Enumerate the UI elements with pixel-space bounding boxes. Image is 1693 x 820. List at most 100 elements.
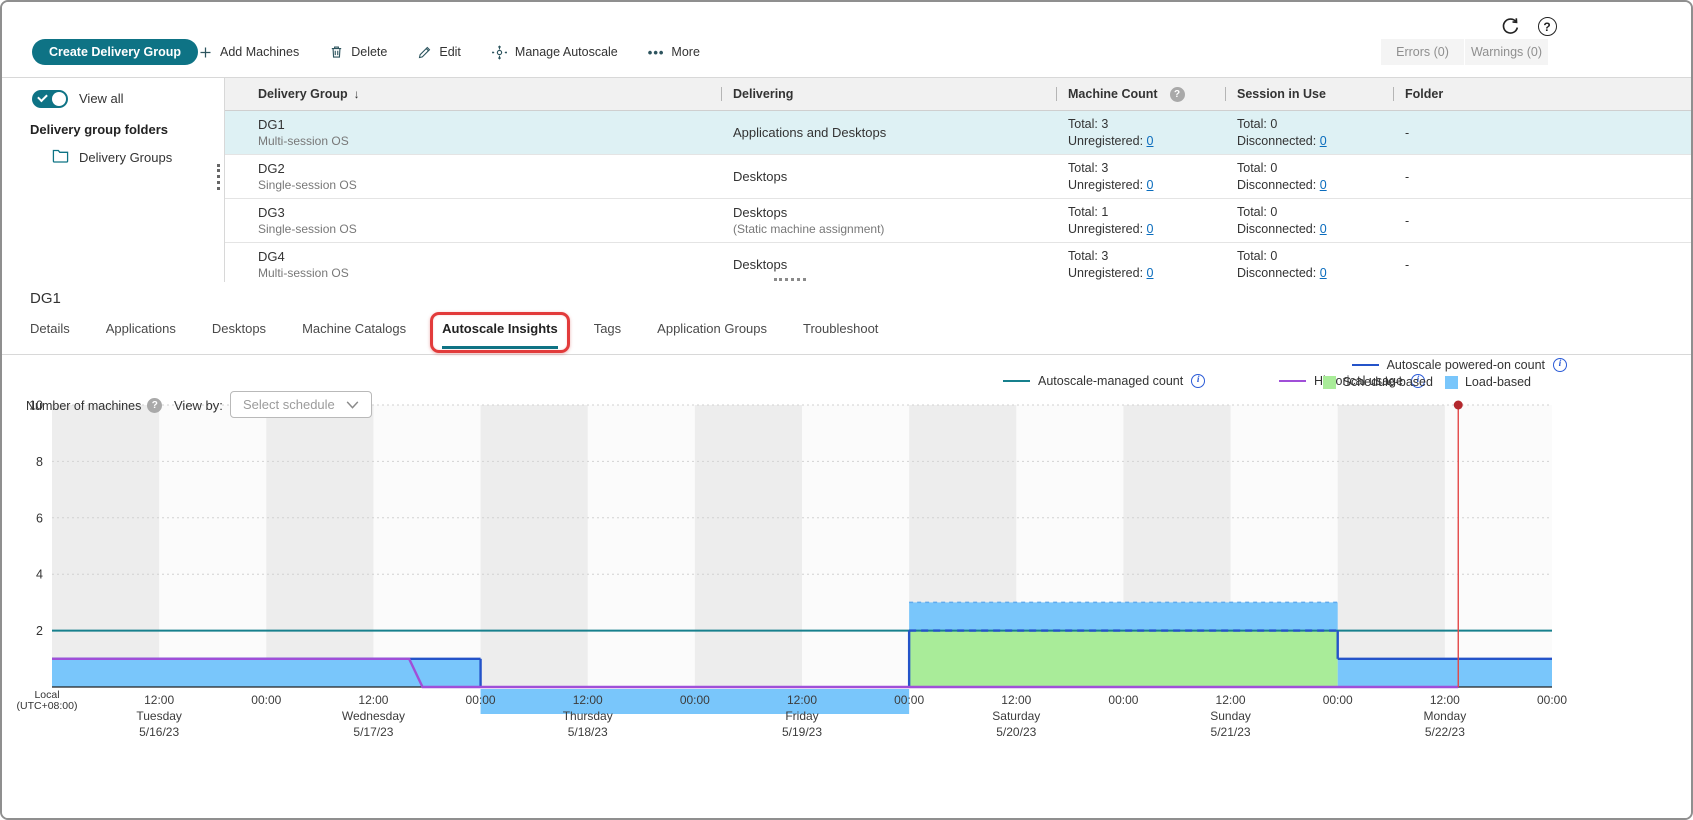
- column-label: Folder: [1405, 87, 1443, 101]
- warnings-button[interactable]: Warnings (0): [1465, 39, 1548, 65]
- table-row-dg4[interactable]: DG4Multi-session OS Desktops Total: 3 Un…: [225, 243, 1691, 287]
- help-icon[interactable]: ?: [1535, 14, 1559, 38]
- schedule-based-swatch: [1323, 376, 1336, 389]
- table-row-dg2[interactable]: DG2Single-session OS Desktops Total: 3 U…: [225, 155, 1691, 199]
- column-header-machine-count[interactable]: Machine Count ?: [1056, 87, 1225, 102]
- plus-icon: [198, 45, 213, 60]
- session-total: Total: 0: [1237, 204, 1393, 221]
- table-row-dg3[interactable]: DG3Single-session OS Desktops(Static mac…: [225, 199, 1691, 243]
- toggle-knob: [52, 92, 66, 106]
- refresh-icon[interactable]: [1498, 14, 1522, 38]
- delivery-groups-window: Create Delivery Group Add Machines Delet…: [0, 0, 1693, 820]
- tab-application-groups[interactable]: Application Groups: [657, 321, 767, 349]
- tab-autoscale-insights[interactable]: Autoscale Insights: [442, 321, 558, 349]
- now-dot: [1454, 401, 1463, 410]
- chevron-down-icon: [346, 397, 359, 412]
- powered-info-icon[interactable]: i: [1553, 358, 1567, 372]
- tab-tags[interactable]: Tags: [594, 321, 621, 349]
- dg-delivering: Desktops: [733, 204, 1056, 221]
- schedule-select-dropdown[interactable]: Select schedule: [230, 391, 372, 418]
- help-glyph: ?: [1538, 17, 1557, 36]
- errors-button[interactable]: Errors (0): [1381, 39, 1464, 65]
- column-header-session-in-use[interactable]: Session in Use: [1225, 87, 1393, 101]
- sort-desc-icon: ↓: [354, 87, 360, 101]
- dg-os: Multi-session OS: [258, 265, 721, 281]
- more-icon: •••: [648, 45, 665, 60]
- edit-button[interactable]: Edit: [417, 45, 461, 60]
- tab-machine-catalogs[interactable]: Machine Catalogs: [302, 321, 406, 349]
- folder-value: -: [1405, 126, 1409, 140]
- tab-desktops[interactable]: Desktops: [212, 321, 266, 349]
- column-header-folder[interactable]: Folder: [1393, 87, 1691, 101]
- column-header-delivering[interactable]: Delivering: [721, 87, 1056, 101]
- unregistered-count-link[interactable]: 0: [1147, 222, 1154, 236]
- details-title: DG1: [30, 290, 61, 307]
- y-axis-title-label: Number of machines: [26, 399, 141, 413]
- sidebar-resize-handle[interactable]: [217, 164, 220, 190]
- disconnected-label: Disconnected:: [1237, 178, 1316, 192]
- disconnected-count-link[interactable]: 0: [1320, 178, 1327, 192]
- chart-label: 12:00: [1001, 693, 1031, 707]
- schedule-based-area: [909, 631, 1338, 687]
- unregistered-count-link[interactable]: 0: [1147, 266, 1154, 280]
- disconnected-count-link[interactable]: 0: [1320, 134, 1327, 148]
- chart-label: 5/18/23: [568, 725, 608, 739]
- tabs-divider: [2, 354, 1691, 355]
- table-row-dg1[interactable]: DG1Multi-session OS Applications and Des…: [225, 111, 1691, 155]
- chart-label: Tuesday: [136, 709, 182, 723]
- chart-label: 00:00: [1537, 693, 1567, 707]
- add-machines-button[interactable]: Add Machines: [198, 45, 299, 60]
- create-delivery-group-button[interactable]: Create Delivery Group: [32, 39, 198, 65]
- dg-delivering: Desktops: [733, 256, 1056, 273]
- column-header-delivery-group[interactable]: Delivery Group ↓: [225, 87, 721, 101]
- chart-y-axis-title: Number of machines ?: [26, 398, 162, 413]
- legend-label: Schedule-based: [1343, 375, 1433, 389]
- chart-label: Friday: [785, 709, 818, 723]
- column-label: Delivery Group: [258, 87, 348, 101]
- legend-label: Load-based: [1465, 375, 1531, 389]
- chart-label: 8: [36, 455, 43, 469]
- managed-info-icon[interactable]: i: [1191, 374, 1205, 388]
- schedule-select-value: Select schedule: [243, 397, 335, 412]
- panel-splitter-handle[interactable]: [774, 278, 806, 281]
- chart-label: 00:00: [680, 693, 710, 707]
- chart-label: 12:00: [358, 693, 388, 707]
- disconnected-label: Disconnected:: [1237, 134, 1316, 148]
- chart-label: 00:00: [1108, 693, 1138, 707]
- legend-area-swatches: Schedule-based Load-based: [1323, 375, 1531, 389]
- toolbar: Create Delivery Group Add Machines Delet…: [2, 2, 1691, 78]
- chart-label: 5/22/23: [1425, 725, 1465, 739]
- number-of-machines-help-icon[interactable]: ?: [147, 398, 162, 413]
- dg-os: Single-session OS: [258, 221, 721, 237]
- delivery-group-table: Delivery Group ↓ Delivering Machine Coun…: [225, 78, 1691, 282]
- dg-delivering: Desktops: [733, 168, 1056, 185]
- unregistered-count-link[interactable]: 0: [1147, 134, 1154, 148]
- table-header: Delivery Group ↓ Delivering Machine Coun…: [225, 78, 1691, 111]
- tab-details[interactable]: Details: [30, 321, 70, 349]
- view-all-label: View all: [79, 91, 124, 106]
- chart-label: 4: [36, 568, 43, 582]
- legend-autoscale-powered-on-count: Autoscale powered-on count i: [1352, 358, 1567, 372]
- more-button[interactable]: ••• More: [648, 45, 700, 60]
- chart-label: 2: [36, 624, 43, 638]
- machine-count-help-icon[interactable]: ?: [1170, 87, 1185, 102]
- dg-name: DG3: [258, 204, 721, 221]
- view-all-toggle[interactable]: [32, 90, 68, 108]
- unregistered-count-link[interactable]: 0: [1147, 178, 1154, 192]
- chart-label: 12:00: [573, 693, 603, 707]
- folder-icon: [52, 148, 69, 166]
- tab-applications[interactable]: Applications: [106, 321, 176, 349]
- folder-item-label: Delivery Groups: [79, 150, 172, 165]
- halfday-band: [52, 405, 159, 687]
- disconnected-count-link[interactable]: 0: [1320, 266, 1327, 280]
- delete-button[interactable]: Delete: [329, 44, 387, 60]
- chart-label: 5/17/23: [353, 725, 393, 739]
- historical-line-swatch: [1279, 380, 1306, 382]
- toolbar-actions: Add Machines Delete Edit Manage Autoscal…: [198, 39, 700, 65]
- dg-delivering: Applications and Desktops: [733, 124, 1056, 141]
- dg-delivering-note: (Static machine assignment): [733, 221, 1056, 237]
- tab-troubleshoot[interactable]: Troubleshoot: [803, 321, 878, 349]
- manage-autoscale-button[interactable]: Manage Autoscale: [491, 44, 618, 61]
- disconnected-count-link[interactable]: 0: [1320, 222, 1327, 236]
- sidebar-item-delivery-groups[interactable]: Delivery Groups: [52, 148, 172, 166]
